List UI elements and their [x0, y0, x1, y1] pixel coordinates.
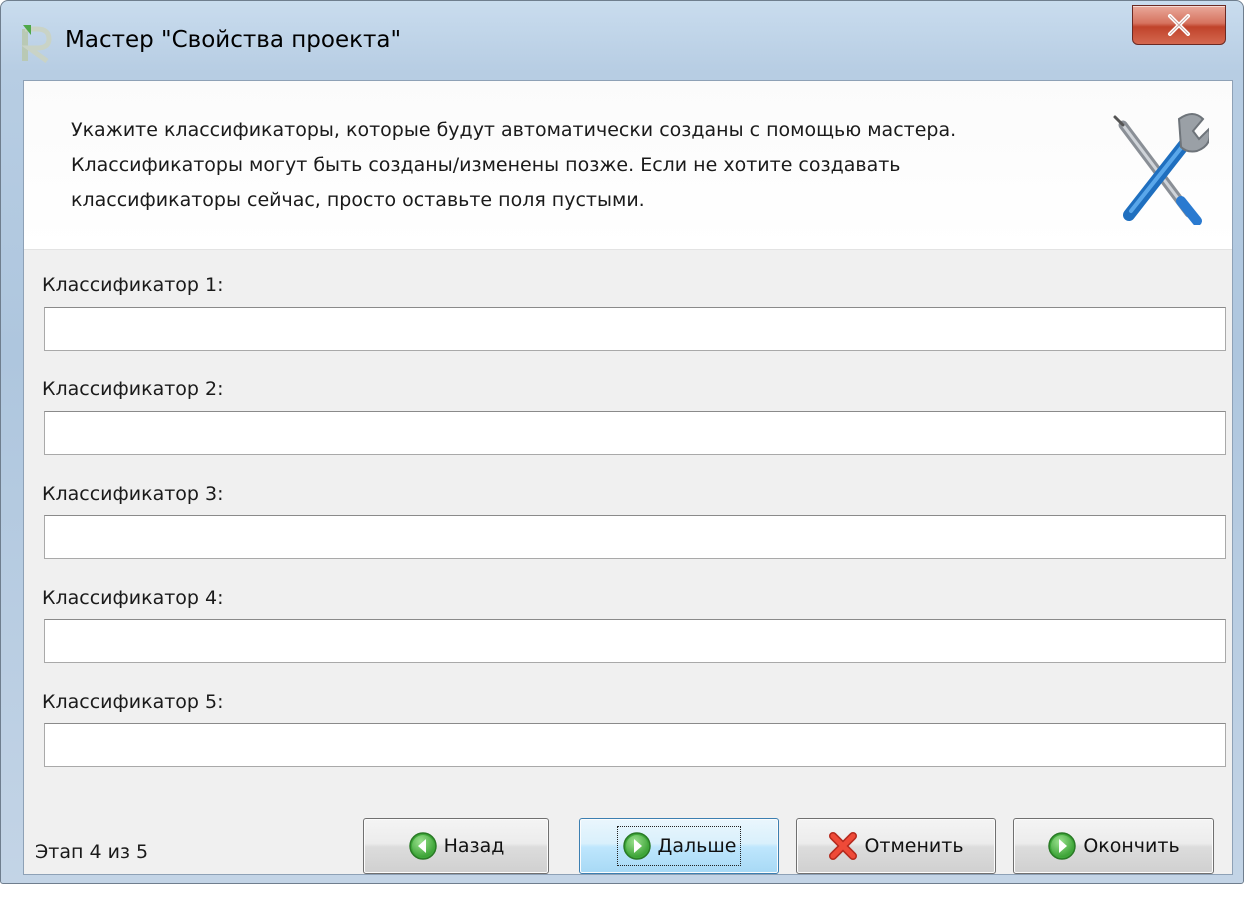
back-arrow-icon: [408, 832, 437, 860]
classifier-3-label: Классификатор 3:: [42, 483, 224, 505]
wizard-header: Укажите классификаторы, которые будут ав…: [24, 81, 1232, 250]
close-icon: [1168, 14, 1190, 36]
classifier-2-input[interactable]: [44, 411, 1226, 455]
classifier-1-label: Классификатор 1:: [42, 274, 224, 296]
back-button[interactable]: Назад: [363, 818, 549, 874]
intro-text: Укажите классификаторы, которые будут ав…: [71, 113, 1031, 218]
classifier-5-label: Классификатор 5:: [42, 691, 224, 713]
classifier-2-label: Классификатор 2:: [42, 378, 224, 400]
cancel-button-label: Отменить: [864, 835, 964, 857]
finish-button-label: Окончить: [1083, 835, 1180, 857]
classifier-1-input[interactable]: [44, 307, 1226, 351]
finish-button-content: Окончить: [1047, 831, 1180, 861]
classifier-4-input[interactable]: [44, 619, 1226, 663]
intro-line-3: классификаторы сейчас, просто оставьте п…: [71, 189, 645, 211]
window-title: Мастер "Свойства проекта": [65, 27, 402, 53]
title-bar[interactable]: Мастер "Свойства проекта": [1, 1, 1243, 75]
next-button[interactable]: Дальше: [579, 818, 779, 874]
classifier-5-input[interactable]: [44, 723, 1226, 767]
next-button-label: Дальше: [657, 835, 737, 857]
classifier-3-input[interactable]: [44, 515, 1226, 559]
classifier-4-label: Классификатор 4:: [42, 587, 224, 609]
red-x-icon: [829, 832, 858, 860]
back-button-content: Назад: [408, 831, 505, 861]
next-button-content: Дальше: [616, 826, 742, 866]
intro-line-2: Классификаторы могут быть созданы/измене…: [71, 154, 901, 176]
back-button-label: Назад: [443, 835, 505, 857]
cancel-button[interactable]: Отменить: [796, 818, 996, 874]
wizard-content: Укажите классификаторы, которые будут ав…: [23, 80, 1233, 875]
next-arrow-icon: [622, 832, 651, 860]
close-button[interactable]: [1132, 5, 1226, 45]
finish-button[interactable]: Окончить: [1013, 818, 1214, 874]
cancel-button-content: Отменить: [828, 831, 964, 861]
step-indicator: Этап 4 из 5: [35, 841, 149, 863]
finish-arrow-icon: [1048, 832, 1077, 860]
tools-wrench-screwdriver-icon: [1113, 113, 1209, 225]
wizard-window: Мастер "Свойства проекта" Укажите класси…: [0, 0, 1244, 884]
app-r-logo-icon: [21, 25, 52, 63]
intro-line-1: Укажите классификаторы, которые будут ав…: [71, 119, 957, 141]
